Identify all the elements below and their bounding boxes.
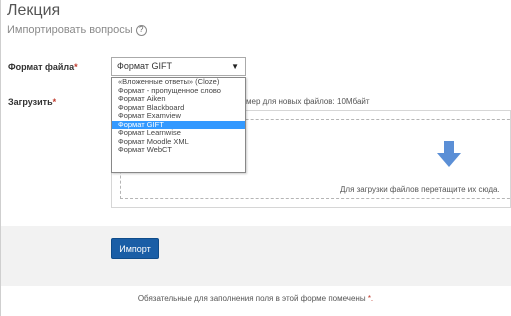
format-select-value: Формат GIFT: [117, 61, 172, 71]
format-option[interactable]: «Вложенные ответы» (Cloze): [112, 78, 245, 87]
upload-label: Загрузить*: [8, 97, 56, 107]
format-option[interactable]: Формат Learnwise: [112, 129, 245, 138]
required-mark: *: [52, 97, 57, 107]
format-option[interactable]: Формат Aiken: [112, 95, 245, 104]
format-label: Формат файла*: [8, 62, 78, 72]
import-questions-heading: Импортировать вопросы ?: [7, 24, 147, 36]
page-title: Лекция: [7, 2, 61, 19]
format-option[interactable]: Формат - пропущенное слово: [112, 87, 245, 96]
required-mark: *: [74, 62, 78, 72]
format-option[interactable]: Формат WebCT: [112, 146, 245, 155]
max-size-text: мер для новых файлов: 10Мбайт: [246, 97, 370, 106]
required-fields-note-text: Обязательные для заполнения поля в этой …: [137, 294, 366, 303]
form-actions-area: [1, 226, 511, 286]
format-option[interactable]: Формат Blackboard: [112, 104, 245, 113]
upload-label-text: Загрузить: [8, 97, 53, 107]
format-option[interactable]: Формат Examview: [112, 112, 245, 121]
format-select[interactable]: Формат GIFT ▼: [111, 57, 246, 76]
import-questions-label: Импортировать вопросы: [7, 24, 133, 36]
required-mark: *.: [367, 294, 374, 303]
format-dropdown-list: «Вложенные ответы» (Cloze) Формат - проп…: [111, 77, 246, 173]
help-icon[interactable]: ?: [135, 24, 147, 36]
import-button[interactable]: Импорт: [111, 238, 159, 259]
required-fields-note: Обязательные для заполнения поля в этой …: [0, 294, 511, 303]
format-option[interactable]: Формат Moodle XML: [112, 138, 245, 147]
format-option-selected[interactable]: Формат GIFT: [112, 120, 245, 129]
caret-down-icon: ▼: [231, 62, 239, 71]
download-arrow-icon: [437, 141, 461, 167]
drop-files-text: Для загрузки файлов перетащите их сюда.: [340, 185, 500, 194]
format-label-text: Формат файла: [8, 62, 75, 72]
